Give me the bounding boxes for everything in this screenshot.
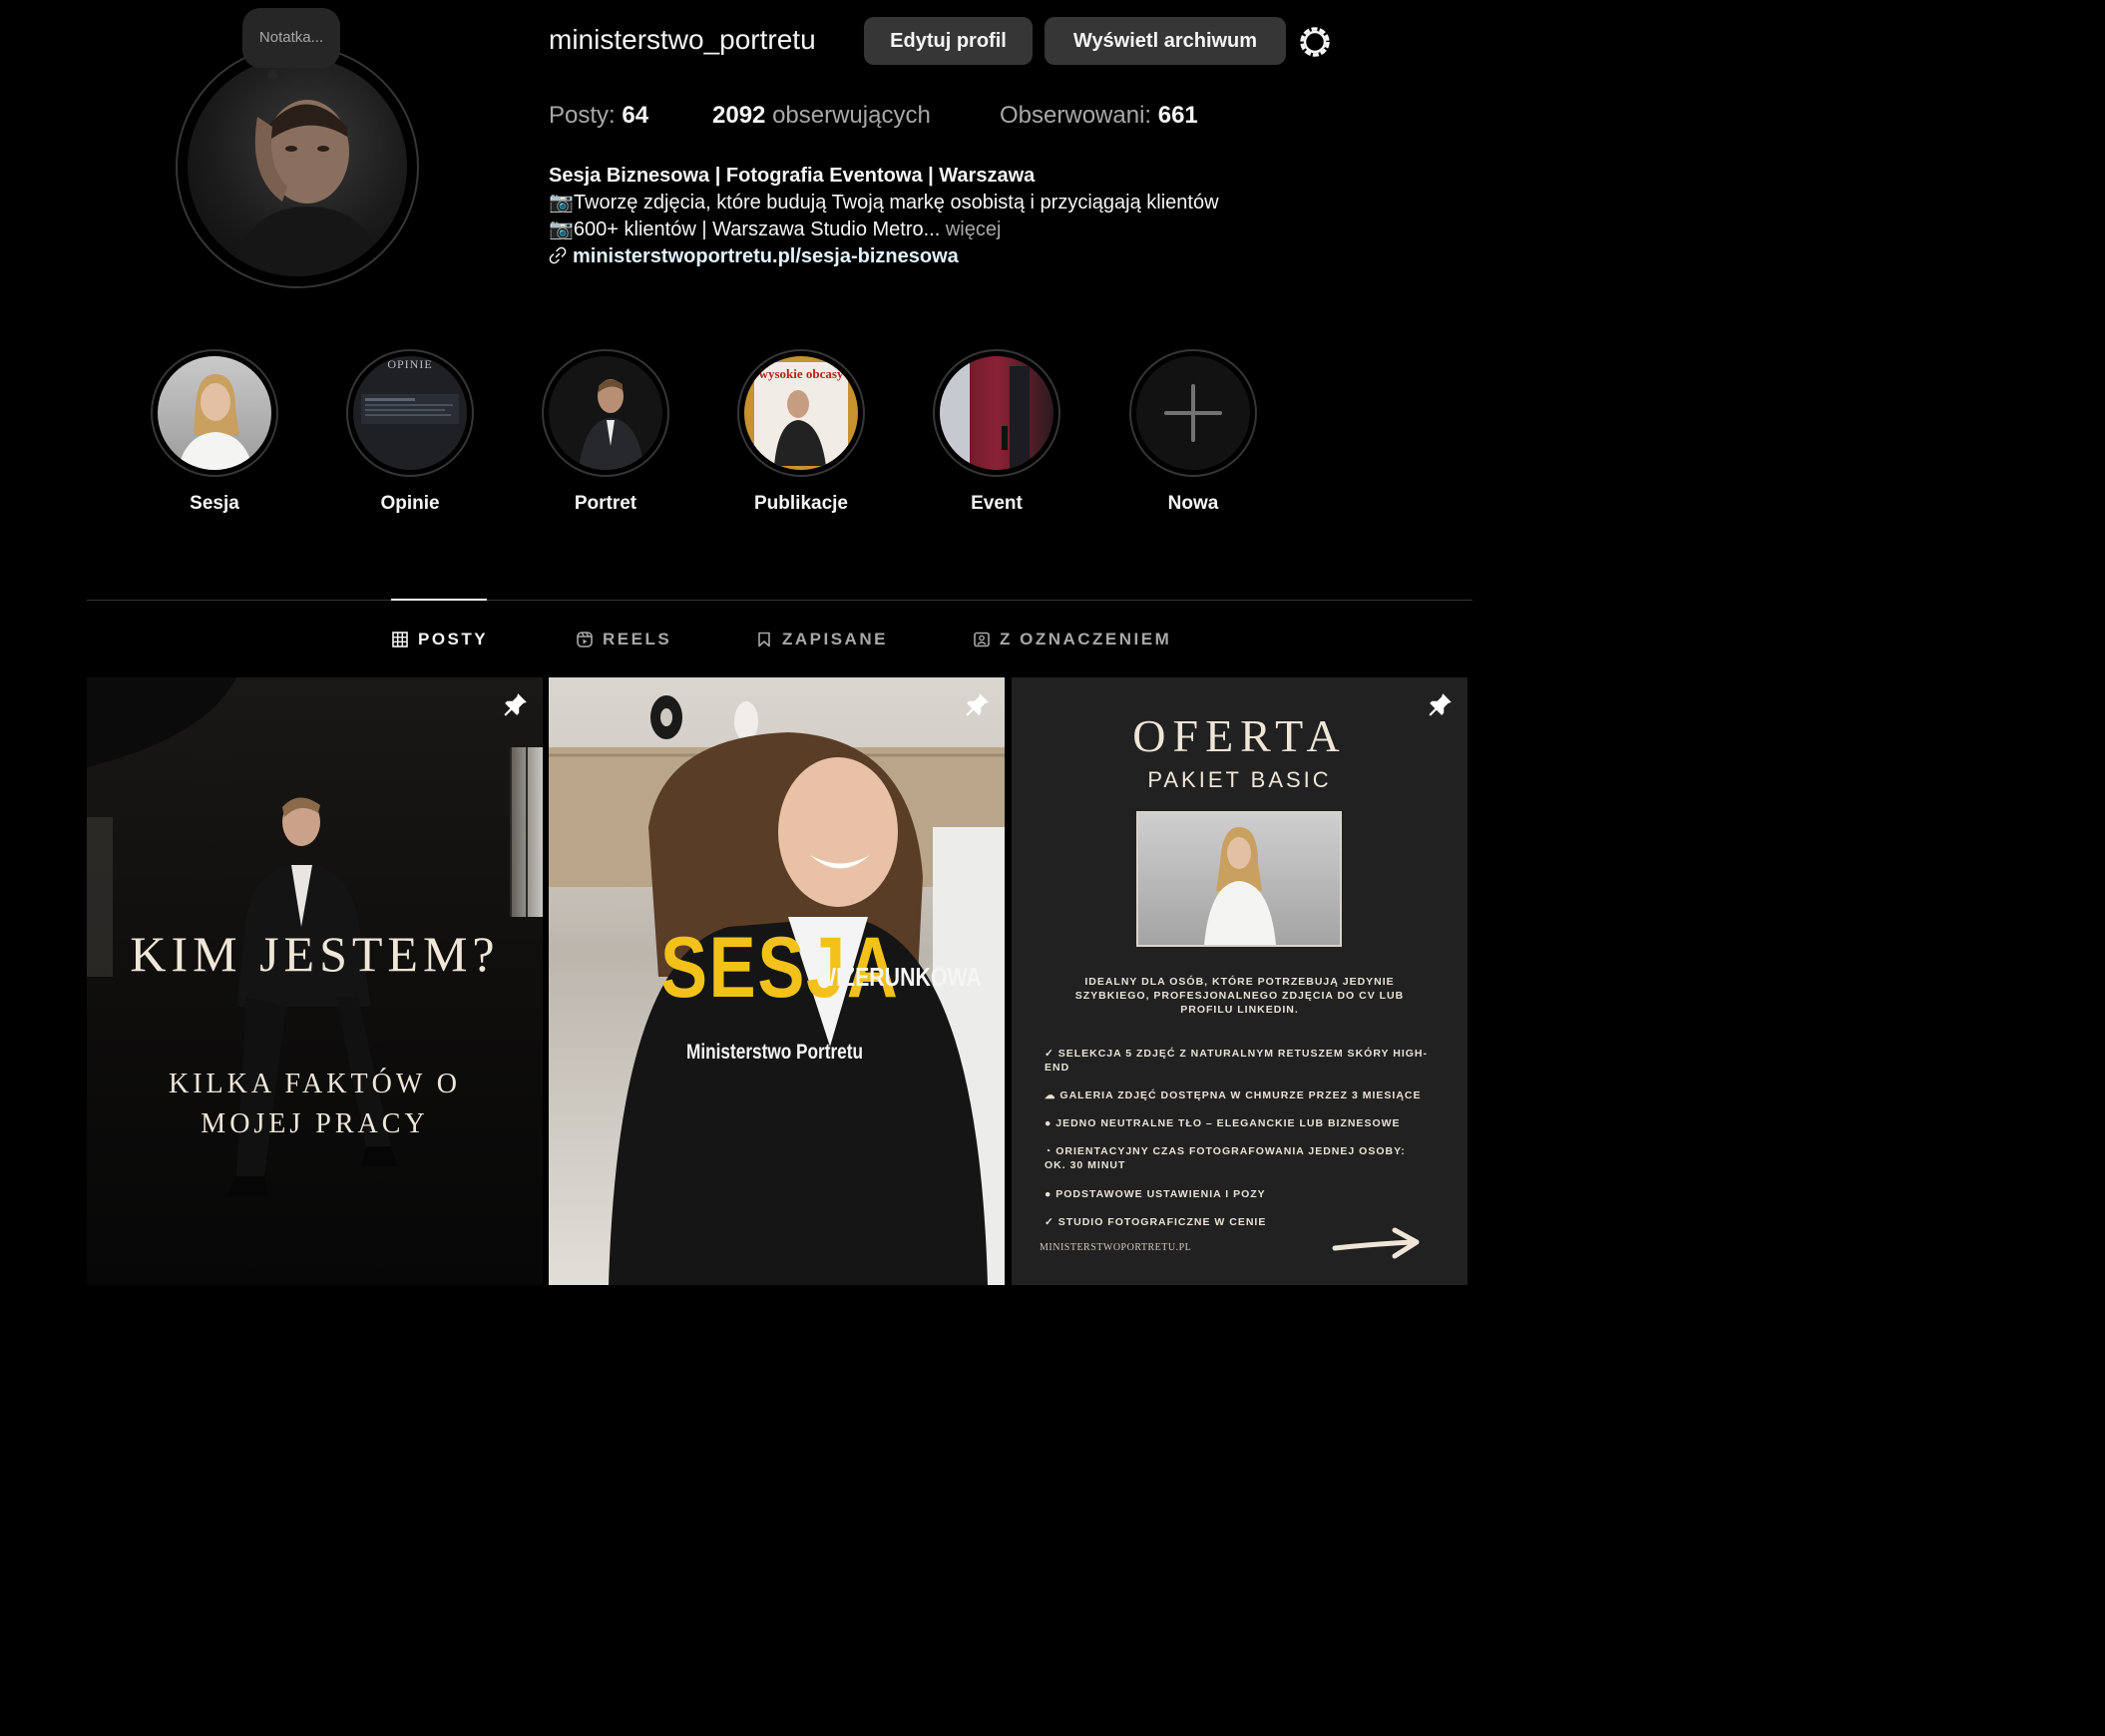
man-portrait-image — [579, 379, 644, 470]
post-3-footer: MINISTERSTWOPORTRETU.PL — [1040, 1242, 1192, 1253]
grid-icon — [392, 632, 408, 648]
highlight-sesja[interactable]: Sesja — [150, 349, 279, 529]
arrow-right-icon — [1332, 1227, 1420, 1259]
highlight-cover-title: wysokie obcasy — [759, 366, 844, 381]
tab-posts[interactable]: POSTY — [392, 627, 488, 652]
tab-saved[interactable]: ZAPISANE — [756, 627, 888, 652]
following-count-label: Obserwowani: — [1000, 102, 1152, 129]
bio-name: Sesja Biznesowa | Fotografia Eventowa | … — [549, 165, 1036, 187]
post-2-brand: Ministerstwo Portretu — [686, 1041, 864, 1064]
following-count[interactable]: Obserwowani: 661 — [1000, 100, 1198, 132]
profile-bio: Sesja Biznesowa | Fotografia Eventowa | … — [549, 163, 1367, 270]
list-item: ● JEDNO NEUTRALNE TŁO – ELEGANCKIE LUB B… — [1045, 1117, 1401, 1129]
tab-label: Z OZNACZENIEM — [1000, 630, 1172, 649]
posts-count: Posty: 64 — [549, 100, 648, 132]
profile-avatar[interactable] — [188, 57, 407, 276]
pin-icon — [504, 693, 527, 716]
highlight-cover-image — [549, 356, 662, 470]
highlight-cover-title: OPINIE — [387, 357, 432, 371]
bio-line-2-text: 📷600+ klientów | Warszawa Studio Metro..… — [549, 218, 941, 240]
note-text: Notatka... — [258, 29, 324, 46]
woman-portrait-image — [1204, 827, 1276, 945]
bio-website-link[interactable]: ministerstwoportretu.pl/sesja-biznesowa — [573, 245, 959, 267]
list-item: ☁ GALERIA ZDJĘĆ DOSTĘPNA W CHMURZE PRZEZ… — [1045, 1089, 1422, 1101]
plus-icon — [1164, 384, 1222, 442]
review-screenshot-image: OPINIE — [361, 357, 459, 424]
post-3-subtitle: PAKIET BASIC — [1147, 767, 1332, 792]
list-item: ● PODSTAWOWE USTAWIENIA I POZY — [1045, 1188, 1266, 1200]
highlight-portret[interactable]: Portret — [541, 349, 670, 529]
profile-username: ministerstwo_portretu — [549, 24, 816, 55]
tab-label: ZAPISANE — [782, 630, 888, 649]
highlight-label: Opinie — [380, 493, 440, 514]
post-3-title: OFERTA — [1132, 710, 1347, 761]
highlight-cover-image: OPINIE — [353, 356, 467, 470]
highlight-publikacje[interactable]: wysokie obcasy Publikacje — [736, 349, 866, 529]
highlight-cover-image — [158, 356, 271, 470]
edit-profile-button[interactable]: Edytuj profil — [864, 17, 1033, 65]
magazine-cover-image: wysokie obcasy — [754, 362, 848, 466]
list-item: ✓ SELEKCJA 5 ZDJĘĆ Z NATURALNYM RETUSZEM… — [1045, 1048, 1428, 1074]
bio-line-1: 📷Tworzę zdjęcia, które budują Twoją mark… — [549, 192, 1219, 214]
tab-label: POSTY — [418, 630, 489, 649]
highlight-label: Publikacje — [754, 493, 848, 514]
post-3-list: ✓ SELEKCJA 5 ZDJĘĆ Z NATURALNYM RETUSZEM… — [1045, 1047, 1429, 1243]
tab-reels[interactable]: REELS — [577, 627, 671, 652]
post-1-title: KIM JESTEM? — [130, 926, 500, 982]
highlight-label: Sesja — [190, 493, 239, 514]
highlight-opinie[interactable]: OPINIE Opinie — [345, 349, 475, 529]
view-archive-button[interactable]: Wyświetl archiwum — [1045, 17, 1286, 65]
list-item: ◔ ORIENTACYJNY CZAS FOTOGRAFOWANIA JEDNE… — [1045, 1145, 1406, 1171]
highlight-cover-image — [940, 356, 1053, 470]
profile-avatar-ring[interactable] — [176, 45, 419, 288]
bio-more-link[interactable]: więcej — [946, 218, 1002, 240]
pin-icon — [966, 693, 989, 716]
active-tab-indicator — [391, 599, 487, 601]
highlight-event[interactable]: Event — [932, 349, 1061, 529]
note-bubble[interactable]: Notatka... — [242, 8, 340, 68]
post-tile-2[interactable]: SESJA WIZERUNKOWA Ministerstwo Portretu — [549, 677, 1005, 1285]
highlight-label: Nowa — [1167, 493, 1219, 514]
bio-link-row[interactable]: ministerstwoportretu.pl/sesja-biznesowa — [549, 243, 1367, 270]
followers-count-label: obserwujących — [772, 102, 931, 129]
bookmark-icon — [758, 632, 770, 648]
link-icon — [549, 246, 567, 264]
post-1-subtitle: KILKA FAKTÓW O MOJEJ PRACY — [169, 1069, 461, 1139]
reels-icon — [577, 632, 593, 648]
post-2-subtitle: WIZERUNKOWA — [816, 962, 982, 992]
tab-label: REELS — [603, 630, 672, 649]
pin-icon — [1429, 693, 1452, 716]
bio-line-2: 📷600+ klientów | Warszawa Studio Metro..… — [549, 217, 1367, 243]
highlight-cover-image: wysokie obcasy — [744, 356, 858, 470]
woman-portrait-image — [178, 374, 253, 470]
event-photo-image — [940, 356, 1030, 470]
note-bubble-tail — [267, 70, 277, 80]
highlight-label: Portret — [574, 493, 637, 514]
post-3-photo — [1136, 811, 1342, 947]
post-tile-1[interactable]: KIM JESTEM? KILKA FAKTÓW O MOJEJ PRACY — [87, 677, 543, 1285]
post-tile-3[interactable]: OFERTA PAKIET BASIC IDEALNY DLA OSÓB, KT… — [1012, 677, 1468, 1285]
new-highlight-circle — [1136, 356, 1250, 470]
followers-count[interactable]: 2092 obserwujących — [712, 100, 931, 132]
highlight-new[interactable]: Nowa — [1128, 349, 1258, 529]
tagged-icon — [974, 632, 990, 648]
highlight-label: Event — [971, 493, 1023, 514]
followers-count-value: 2092 — [712, 102, 766, 129]
tab-tagged[interactable]: Z OZNACZENIEM — [974, 627, 1171, 652]
posts-count-label: Posty: — [549, 102, 616, 129]
following-count-value: 661 — [1157, 102, 1198, 129]
posts-count-value: 64 — [622, 102, 649, 129]
tabs-divider — [87, 600, 1473, 601]
post-3-intro: IDEALNY DLA OSÓB, KTÓRE POTRZEBUJĄ JEDYN… — [1074, 976, 1405, 1016]
settings-gear-icon[interactable] — [1295, 22, 1335, 62]
avatar-portrait-image — [227, 100, 387, 276]
